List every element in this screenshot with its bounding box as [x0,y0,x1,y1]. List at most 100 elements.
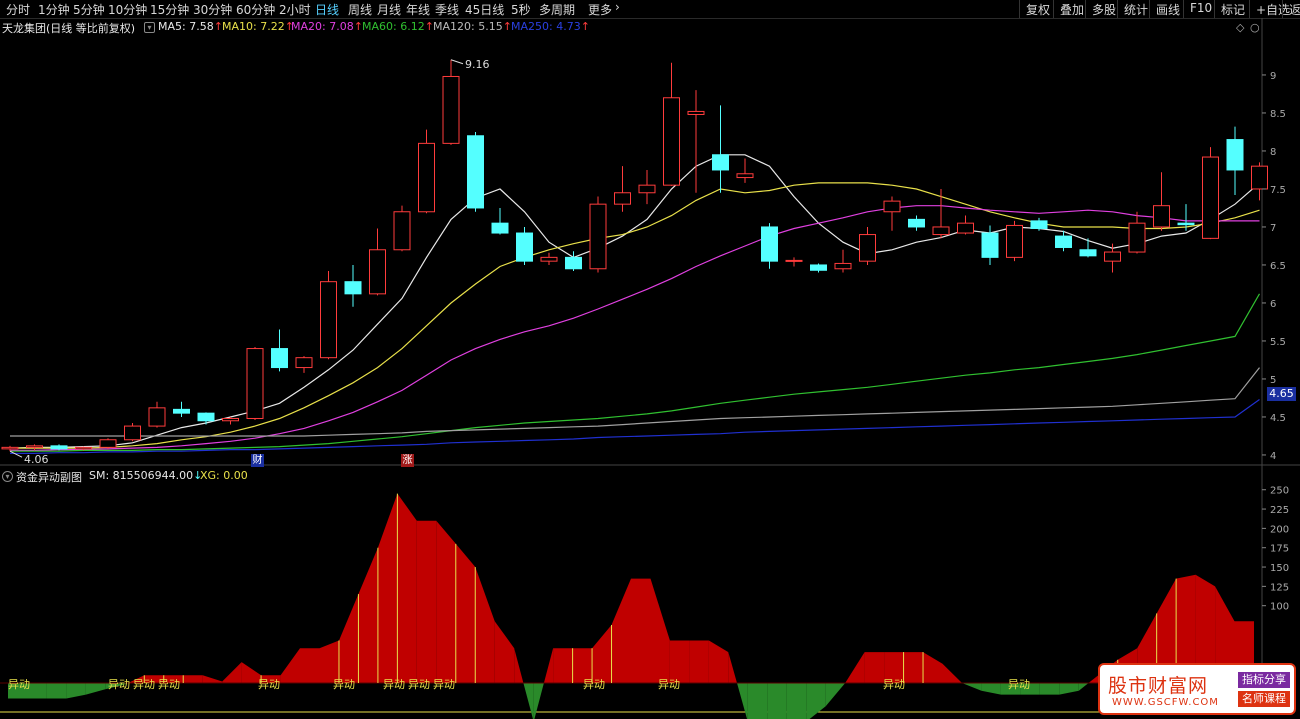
candle-body [467,135,484,209]
chart-canvas[interactable]: 异动 异动 异动 异动 异动 异动 异动 异动 异动 异动 异动 异动 异动 98.587.576.56… [0,0,1300,719]
candle[interactable] [467,131,484,212]
candle-body [761,226,778,262]
candle-body [271,348,288,369]
candle[interactable] [687,90,705,193]
candle[interactable] [393,205,411,252]
candle[interactable] [785,257,803,267]
candle[interactable] [246,347,264,420]
candle[interactable] [883,196,901,231]
outflow-area [1039,683,1060,695]
candle[interactable] [26,444,43,451]
candle[interactable] [1202,147,1219,240]
candle[interactable] [663,62,680,186]
candle[interactable] [1128,211,1146,254]
candle[interactable] [1079,238,1097,258]
candle[interactable] [589,196,607,273]
candle[interactable] [1030,217,1048,231]
candle[interactable] [491,207,509,235]
outflow-area [1059,683,1079,695]
candle-body [295,357,313,369]
candle[interactable] [540,252,558,265]
signal-label: 异动 [133,678,155,691]
candle[interactable] [761,223,778,269]
candle-body [687,110,705,115]
candle[interactable] [834,249,852,273]
candle[interactable] [614,166,631,212]
sub-tick-label: 250 [1270,486,1289,497]
outflow-area [523,683,534,719]
low-label: 4.06 [24,453,49,466]
candle[interactable] [418,129,435,214]
inflow-area [475,567,495,683]
outflow-area [786,683,807,719]
candle[interactable] [442,59,460,145]
candle[interactable] [173,401,190,417]
inflow-area [222,662,242,683]
candle[interactable] [957,215,974,235]
inflow-area [708,640,729,683]
candle-body [75,446,92,450]
candle[interactable] [271,329,288,372]
candle-body [932,226,950,236]
outflow-area [737,683,748,719]
candle[interactable] [148,401,166,428]
candle-body [810,264,827,271]
candle-body [246,348,264,419]
candle[interactable] [1226,126,1244,196]
price-tick-label: 8 [1270,147,1276,158]
candle-body [344,281,362,295]
outflow-area [1078,683,1089,691]
candle-body [785,259,803,262]
candle-body [712,154,729,171]
finance-flag[interactable]: 财 [251,454,264,467]
ma-line-ma60 [10,293,1261,452]
outflow-area [46,683,67,699]
candle[interactable] [859,226,876,265]
candle[interactable] [908,215,925,231]
inflow-area [650,578,670,683]
signal-label: 异动 [408,678,430,691]
candle[interactable] [810,263,827,273]
inflow-area [845,652,865,683]
candle[interactable] [1153,172,1170,231]
sub-toggle-icon[interactable]: ▾ [2,471,13,482]
candle-body [418,142,435,213]
candle[interactable] [197,412,215,425]
candle[interactable] [1251,162,1268,201]
candle[interactable] [369,228,386,296]
inflow-area [377,493,398,683]
candle[interactable] [638,169,656,205]
candle-body [1,446,19,450]
candle[interactable] [712,105,729,193]
sub-tick-label: 100 [1270,602,1289,613]
sub-tick-label: 150 [1270,563,1289,574]
candle[interactable] [124,423,141,442]
candle[interactable] [1104,243,1121,273]
signal-label: 异动 [258,678,280,691]
candle[interactable] [932,188,950,239]
candle[interactable] [99,438,117,449]
inflow-area [903,652,923,683]
outflow-area [533,683,544,719]
inflow-area [669,640,690,683]
inflow-area [494,621,515,683]
candle[interactable] [1006,220,1023,262]
candle-body [565,256,582,270]
candle-body [908,218,925,228]
inflow-area [631,578,651,683]
ma-line-ma5 [9,154,1260,449]
candle[interactable] [516,226,533,265]
circle-icon[interactable]: ○ [1250,21,1260,34]
outflow-area [806,683,826,719]
candle[interactable] [222,416,239,425]
inflow-area [300,648,320,683]
limit-up-flag[interactable]: 涨 [401,454,414,467]
candle-body [981,232,999,258]
diamond-icon[interactable]: ◇ [1236,21,1245,34]
candle[interactable] [295,356,313,373]
inflow-area [864,652,885,683]
candle[interactable] [736,158,754,183]
candle[interactable] [320,271,337,360]
candle[interactable] [344,264,362,307]
candle-body [26,445,43,448]
